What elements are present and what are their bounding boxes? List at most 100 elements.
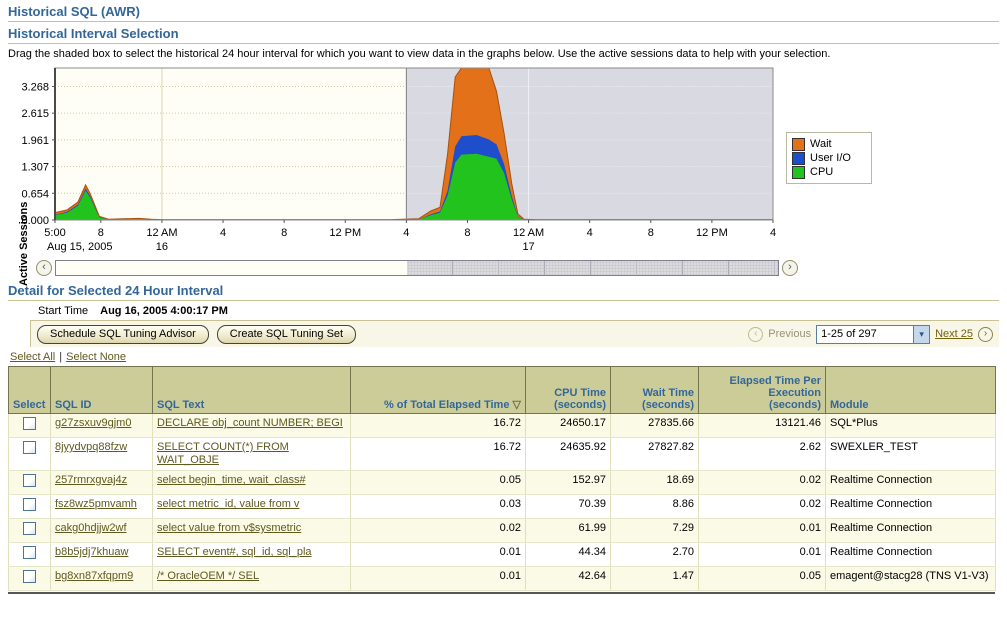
title-rule: [8, 21, 999, 22]
sql-text-link[interactable]: select begin_time, wait_class#: [157, 474, 306, 486]
table-header-row: Select SQL ID SQL Text % of Total Elapse…: [9, 367, 996, 414]
sql-text-cell: SELECT event#, sql_id, sql_pla: [153, 543, 351, 567]
svg-text:12 AM: 12 AM: [146, 227, 177, 239]
legend-label: CPU: [810, 165, 833, 179]
sql-id-link[interactable]: b8b5jdj7khuaw: [55, 546, 128, 558]
svg-text:5:00: 5:00: [44, 227, 65, 239]
svg-text:8: 8: [464, 227, 470, 239]
wait-swatch-icon: [792, 138, 805, 151]
pct-elapsed-cell: 16.72: [351, 414, 526, 438]
svg-text:17: 17: [522, 241, 534, 253]
svg-text:16: 16: [156, 241, 168, 253]
sql-text-link[interactable]: /* OracleOEM */ SEL: [157, 570, 259, 582]
sql-id-cell: 8jyydvpq88fzw: [51, 438, 153, 471]
table-row: 257rmrxgvaj4z select begin_time, wait_cl…: [9, 471, 996, 495]
module-cell: SQL*Plus: [826, 414, 996, 438]
sql-text-link[interactable]: SELECT COUNT(*) FROM WAIT_OBJE: [157, 441, 289, 466]
select-none-link[interactable]: Select None: [66, 351, 126, 363]
svg-text:Aug 15, 2005: Aug 15, 2005: [47, 241, 112, 253]
elapsed-per-exec-cell: 0.01: [699, 519, 826, 543]
create-sql-tuning-set-button[interactable]: Create SQL Tuning Set: [217, 325, 356, 344]
slider-track[interactable]: [55, 260, 779, 276]
sql-text-link[interactable]: select metric_id, value from v: [157, 498, 299, 510]
table-row: b8b5jdj7khuaw SELECT event#, sql_id, sql…: [9, 543, 996, 567]
row-checkbox[interactable]: [23, 522, 36, 535]
legend-item-wait: Wait: [792, 137, 866, 151]
column-header-sql-text[interactable]: SQL Text: [153, 367, 351, 414]
column-header-pct-elapsed[interactable]: % of Total Elapsed Time ▽: [351, 367, 526, 414]
page-range-select[interactable]: 1-25 of 297 ▾: [816, 325, 930, 344]
schedule-sql-tuning-advisor-button[interactable]: Schedule SQL Tuning Advisor: [37, 325, 209, 344]
pct-elapsed-cell: 0.02: [351, 519, 526, 543]
module-cell: SWEXLER_TEST: [826, 438, 996, 471]
sql-text-cell: select value from v$sysmetric: [153, 519, 351, 543]
select-all-link[interactable]: Select All: [10, 351, 55, 363]
sql-id-cell: bg8xn87xfqpm9: [51, 567, 153, 591]
svg-text:4: 4: [587, 227, 593, 239]
svg-text:0.654: 0.654: [21, 188, 49, 200]
elapsed-per-exec-cell: 0.05: [699, 567, 826, 591]
active-sessions-chart[interactable]: Active Sessions 0.0000.6541.3071.9612.61…: [0, 62, 1007, 254]
svg-text:1.961: 1.961: [21, 135, 49, 147]
wait-time-cell: 27835.66: [611, 414, 699, 438]
sql-id-link[interactable]: cakg0hdjjw2wf: [55, 522, 127, 534]
sql-id-link[interactable]: 257rmrxgvaj4z: [55, 474, 127, 486]
legend-label: Wait: [810, 137, 832, 151]
legend-item-user-io: User I/O: [792, 151, 866, 165]
sql-text-link[interactable]: SELECT event#, sql_id, sql_pla: [157, 546, 312, 558]
cpu-time-cell: 24635.92: [526, 438, 611, 471]
next-page-icon[interactable]: ›: [978, 327, 993, 342]
row-checkbox[interactable]: [23, 441, 36, 454]
table-bottom-divider: [8, 592, 995, 594]
cpu-time-cell: 61.99: [526, 519, 611, 543]
interval-slider[interactable]: ‹ ›: [0, 258, 1007, 279]
pct-elapsed-cell: 0.01: [351, 567, 526, 591]
slider-right-arrow-icon[interactable]: ›: [782, 260, 798, 276]
svg-text:4: 4: [770, 227, 776, 239]
row-checkbox[interactable]: [23, 546, 36, 559]
start-time-label: Start Time: [38, 305, 88, 317]
wait-time-cell: 27827.82: [611, 438, 699, 471]
sql-id-link[interactable]: fsz8wz5pmvamh: [55, 498, 137, 510]
sql-id-link[interactable]: g27zsxuv9gjm0: [55, 417, 131, 429]
detail-rule: [8, 300, 999, 301]
sql-text-link[interactable]: DECLARE obj_count NUMBER; BEGI: [157, 417, 343, 429]
row-checkbox[interactable]: [23, 417, 36, 430]
sql-text-cell: select begin_time, wait_class#: [153, 471, 351, 495]
next-page-link[interactable]: Next 25: [935, 328, 973, 340]
page-title: Historical SQL (AWR): [8, 4, 999, 19]
sql-id-cell: 257rmrxgvaj4z: [51, 471, 153, 495]
user-io-swatch-icon: [792, 152, 805, 165]
row-checkbox[interactable]: [23, 498, 36, 511]
previous-page-icon: ‹: [748, 327, 763, 342]
module-cell: Realtime Connection: [826, 495, 996, 519]
cpu-time-cell: 44.34: [526, 543, 611, 567]
select-cell: [9, 438, 51, 471]
legend-item-cpu: CPU: [792, 165, 866, 179]
svg-text:8: 8: [648, 227, 654, 239]
column-header-wait-time[interactable]: Wait Time (seconds): [611, 367, 699, 414]
column-header-elapsed-per-exec[interactable]: Elapsed Time Per Execution (seconds): [699, 367, 826, 414]
sql-detail-table: Select SQL ID SQL Text % of Total Elapse…: [8, 366, 996, 591]
page-range-value: 1-25 of 297: [817, 328, 913, 340]
sql-id-link[interactable]: bg8xn87xfqpm9: [55, 570, 133, 582]
column-header-module[interactable]: Module: [826, 367, 996, 414]
svg-text:1.307: 1.307: [21, 162, 49, 174]
column-header-cpu-time[interactable]: CPU Time (seconds): [526, 367, 611, 414]
row-checkbox[interactable]: [23, 570, 36, 583]
slider-selected-range[interactable]: [407, 261, 778, 275]
svg-text:0.000: 0.000: [21, 215, 49, 227]
interval-section-title: Historical Interval Selection: [8, 26, 999, 41]
select-cell: [9, 543, 51, 567]
slider-left-arrow-icon[interactable]: ‹: [36, 260, 52, 276]
column-header-sql-id[interactable]: SQL ID: [51, 367, 153, 414]
row-checkbox[interactable]: [23, 474, 36, 487]
interval-rule: [8, 43, 999, 44]
sql-text-link[interactable]: select value from v$sysmetric: [157, 522, 301, 534]
wait-time-cell: 7.29: [611, 519, 699, 543]
sql-id-link[interactable]: 8jyydvpq88fzw: [55, 441, 127, 453]
elapsed-per-exec-cell: 0.02: [699, 471, 826, 495]
sql-text-cell: select metric_id, value from v: [153, 495, 351, 519]
select-cell: [9, 567, 51, 591]
pct-elapsed-cell: 0.03: [351, 495, 526, 519]
